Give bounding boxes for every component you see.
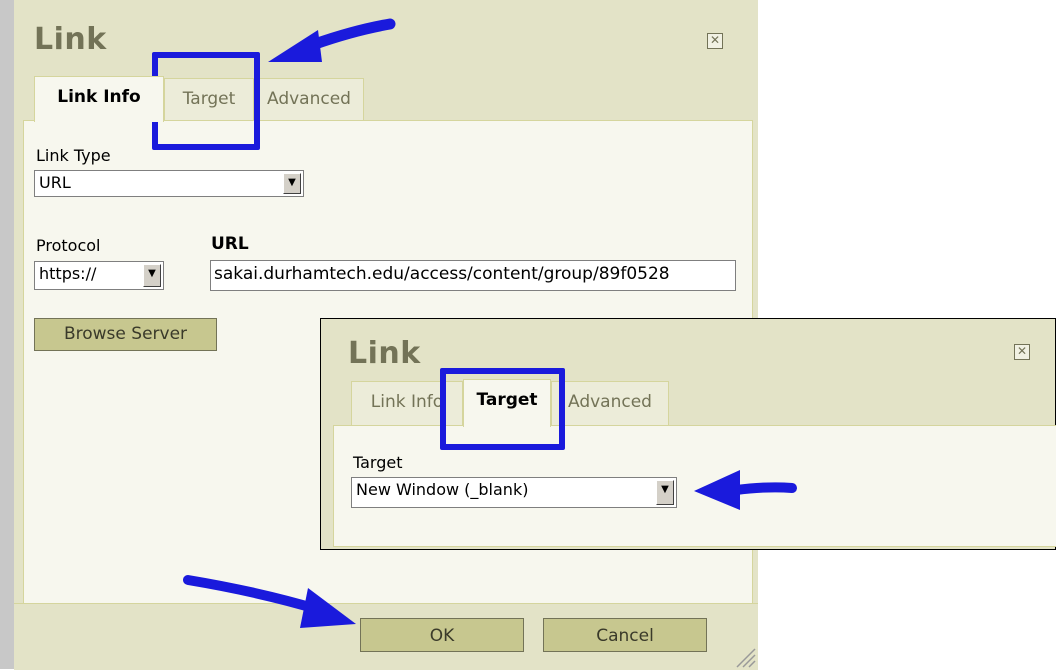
url-input[interactable]: sakai.durhamtech.edu/access/content/grou… (210, 260, 736, 291)
protocol-value: https:// (39, 264, 97, 283)
link-type-value: URL (39, 173, 71, 192)
tab-link-info[interactable]: Link Info (34, 76, 164, 122)
close-icon[interactable]: ✕ (1014, 344, 1030, 360)
link-type-label: Link Type (36, 146, 111, 165)
arrow-to-target-tab-icon (268, 18, 396, 62)
protocol-label: Protocol (36, 236, 101, 255)
protocol-select[interactable]: https:// ▼ (34, 261, 164, 290)
inset-dialog-title: Link (348, 336, 421, 371)
dialog-title: Link (34, 22, 107, 57)
ok-button[interactable]: OK (360, 618, 524, 652)
arrow-to-target-select-icon (694, 470, 797, 510)
arrow-to-ok-button-icon (183, 575, 356, 628)
chevron-down-icon[interactable]: ▼ (283, 173, 301, 194)
dialog-left-shadow (0, 0, 14, 669)
target-tab-highlight (152, 52, 260, 150)
target-label: Target (353, 453, 403, 472)
url-label: URL (211, 234, 249, 254)
browse-server-button[interactable]: Browse Server (34, 318, 217, 351)
cancel-button[interactable]: Cancel (543, 618, 707, 652)
target-select[interactable]: New Window (_blank) ▼ (351, 477, 677, 508)
chevron-down-icon[interactable]: ▼ (656, 480, 674, 505)
tab-advanced[interactable]: Advanced (254, 78, 364, 120)
inset-tab-target[interactable]: Target (463, 379, 551, 427)
link-type-select[interactable]: URL ▼ (34, 170, 304, 197)
chevron-down-icon[interactable]: ▼ (143, 264, 161, 287)
close-icon[interactable]: ✕ (707, 33, 723, 49)
inset-tab-advanced[interactable]: Advanced (551, 381, 669, 425)
resize-grip-icon[interactable] (732, 644, 756, 668)
target-value: New Window (_blank) (356, 480, 529, 499)
